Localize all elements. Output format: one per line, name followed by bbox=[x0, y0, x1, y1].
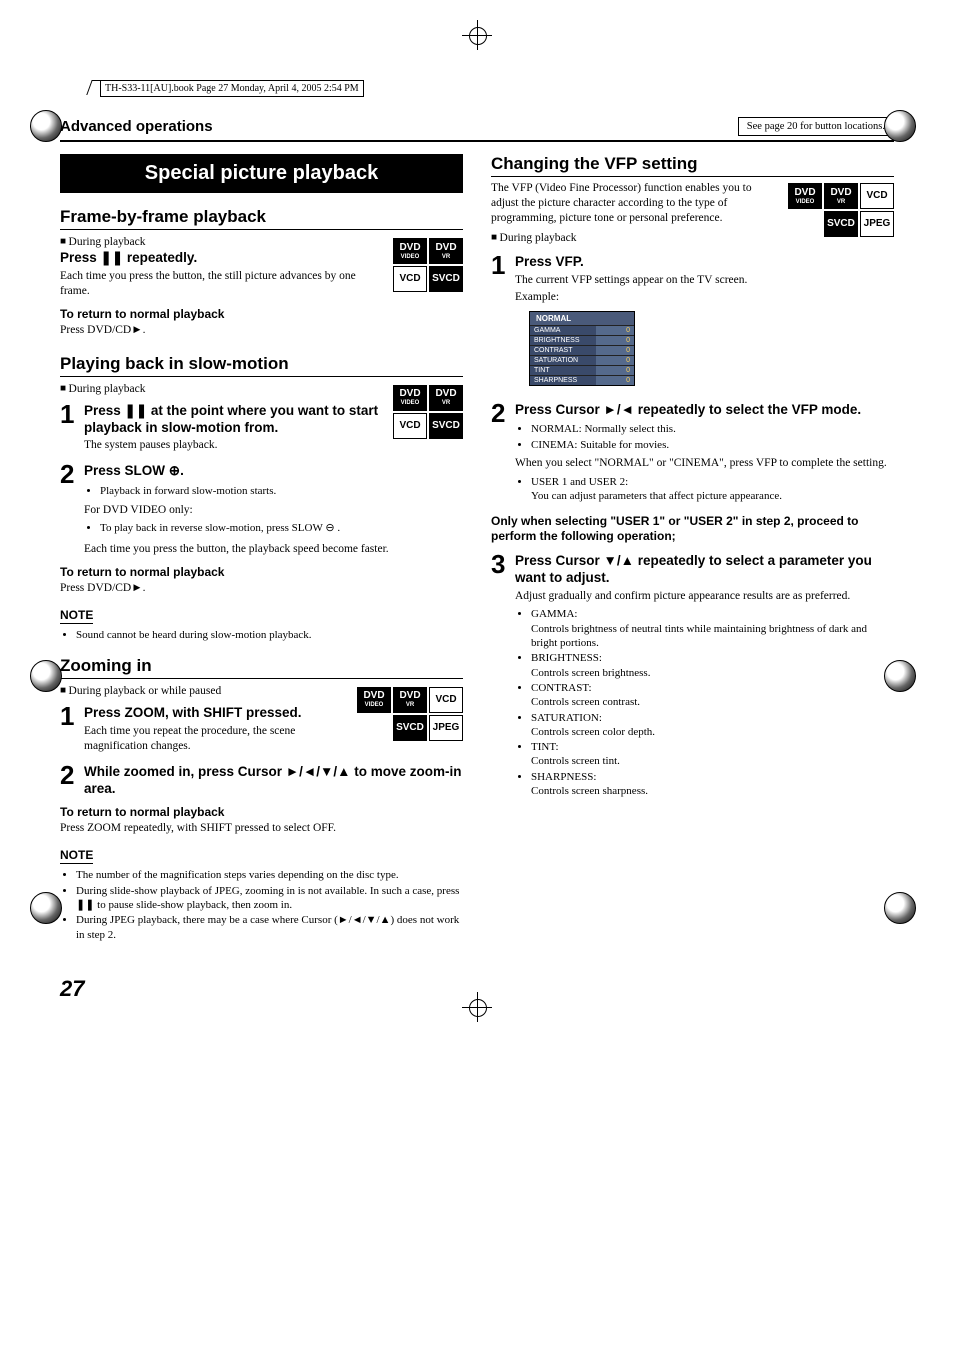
print-registration-mark bbox=[884, 660, 924, 700]
return-heading: To return to normal playback bbox=[60, 565, 463, 579]
vfp-step2: Press Cursor ►/◄ repeatedly to select th… bbox=[515, 402, 894, 419]
slow-step1-sub: The system pauses playback. bbox=[84, 438, 385, 453]
note-item: During slide-show playback of JPEG, zoom… bbox=[76, 884, 463, 913]
vfp-table-rows: GAMMA0BRIGHTNESS0CONTRAST0SATURATION0TIN… bbox=[530, 325, 634, 385]
print-registration-mark bbox=[30, 660, 70, 700]
print-registration-mark bbox=[30, 110, 70, 150]
note-item: The number of the magnification steps va… bbox=[76, 868, 463, 882]
zoom-step2: While zoomed in, press Cursor ►/◄/▼/▲ to… bbox=[84, 764, 463, 798]
return-body: Press ZOOM repeatedly, with SHIFT presse… bbox=[60, 821, 463, 836]
return-body: Press DVD/CD►. bbox=[60, 581, 463, 596]
slow-step2: Press SLOW ⊕. bbox=[84, 463, 463, 480]
zoom-step1-sub: Each time you repeat the procedure, the … bbox=[84, 724, 349, 754]
only-when-note: Only when selecting "USER 1" or "USER 2"… bbox=[491, 514, 894, 545]
vfp-mode-item: CINEMA: Suitable for movies. bbox=[531, 438, 894, 452]
step-number-1: 1 bbox=[60, 401, 78, 456]
return-heading: To return to normal playback bbox=[60, 307, 463, 321]
return-body: Press DVD/CD►. bbox=[60, 323, 463, 338]
vfp-step3: Press Cursor ▼/▲ repeatedly to select a … bbox=[515, 553, 894, 587]
step-number-2: 2 bbox=[60, 762, 78, 800]
vfp-param-item: SHARPNESS:Controls screen sharpness. bbox=[531, 770, 894, 799]
vfp-param-item: SATURATION:Controls screen color depth. bbox=[531, 711, 894, 740]
vfp-param-list: GAMMA:Controls brightness of neutral tin… bbox=[519, 607, 894, 798]
example-label: Example: bbox=[515, 290, 894, 305]
heading-frame-by-frame: Frame-by-frame playback bbox=[60, 207, 463, 230]
file-header-text: TH-S33-11[AU].book Page 27 Monday, April… bbox=[105, 83, 359, 94]
vfp-param-item: GAMMA:Controls brightness of neutral tin… bbox=[531, 607, 894, 650]
vfp-param-item: BRIGHTNESS:Controls screen brightness. bbox=[531, 651, 894, 680]
vfp-when-note: When you select "NORMAL" or "CINEMA", pr… bbox=[515, 456, 894, 471]
slow-bullet: To play back in reverse slow-motion, pre… bbox=[100, 521, 463, 535]
banner-special-picture: Special picture playback bbox=[60, 154, 463, 193]
slow-for-dvd: For DVD VIDEO only: bbox=[84, 503, 463, 518]
note-heading: NOTE bbox=[60, 608, 93, 624]
section-rule bbox=[60, 140, 894, 142]
step-number-1: 1 bbox=[60, 703, 78, 756]
zoom-step1: Press ZOOM, with SHIFT pressed. bbox=[84, 705, 349, 722]
heading-zooming-in: Zooming in bbox=[60, 656, 463, 679]
format-badges-vfp: DVDVIDEO DVDVR VCD SVCD JPEG bbox=[788, 183, 894, 239]
vfp-table-header: NORMAL bbox=[530, 312, 634, 325]
button-locations-note: See page 20 for button locations. bbox=[738, 117, 894, 136]
note-item: During JPEG playback, there may be a cas… bbox=[76, 913, 463, 942]
vfp-param-item: CONTRAST:Controls screen contrast. bbox=[531, 681, 894, 710]
vfp-param-item: TINT:Controls screen tint. bbox=[531, 740, 894, 769]
heading-slow-motion: Playing back in slow-motion bbox=[60, 354, 463, 377]
heading-changing-vfp: Changing the VFP setting bbox=[491, 154, 894, 177]
note-item: Sound cannot be heard during slow-motion… bbox=[76, 628, 463, 642]
vfp-settings-table: NORMAL GAMMA0BRIGHTNESS0CONTRAST0SATURAT… bbox=[529, 311, 635, 386]
slow-each: Each time you press the button, the play… bbox=[84, 542, 463, 557]
vfp-step1: Press VFP. bbox=[515, 254, 894, 271]
step-number-3: 3 bbox=[491, 551, 509, 803]
format-badges-zoom: DVDVIDEO DVDVR VCD SVCD JPEG bbox=[357, 687, 463, 743]
file-header-tag: TH-S33-11[AU].book Page 27 Monday, April… bbox=[100, 80, 364, 97]
print-registration-mark bbox=[884, 892, 924, 932]
step-number-2: 2 bbox=[60, 461, 78, 558]
vfp-mode-item: NORMAL: Normally select this. bbox=[531, 422, 894, 436]
vfp-mode-item: USER 1 and USER 2: You can adjust parame… bbox=[531, 475, 894, 504]
return-heading: To return to normal playback bbox=[60, 805, 463, 819]
vfp-step1-sub: The current VFP settings appear on the T… bbox=[515, 273, 894, 288]
print-registration-mark bbox=[30, 892, 70, 932]
step-number-1: 1 bbox=[491, 252, 509, 394]
print-registration-mark bbox=[884, 110, 924, 150]
step-number-2: 2 bbox=[491, 400, 509, 508]
vfp-step3-sub: Adjust gradually and confirm picture app… bbox=[515, 589, 894, 604]
slow-bullet: Playback in forward slow-motion starts. bbox=[100, 484, 463, 498]
slow-step1: Press ❚❚ at the point where you want to … bbox=[84, 403, 385, 437]
note-heading: NOTE bbox=[60, 848, 93, 864]
format-badges-slow: DVDVIDEO DVDVR VCD SVCD bbox=[393, 385, 463, 441]
section-title: Advanced operations bbox=[60, 118, 213, 135]
format-badges-frame: DVDVIDEO DVDVR VCD SVCD bbox=[393, 238, 463, 294]
